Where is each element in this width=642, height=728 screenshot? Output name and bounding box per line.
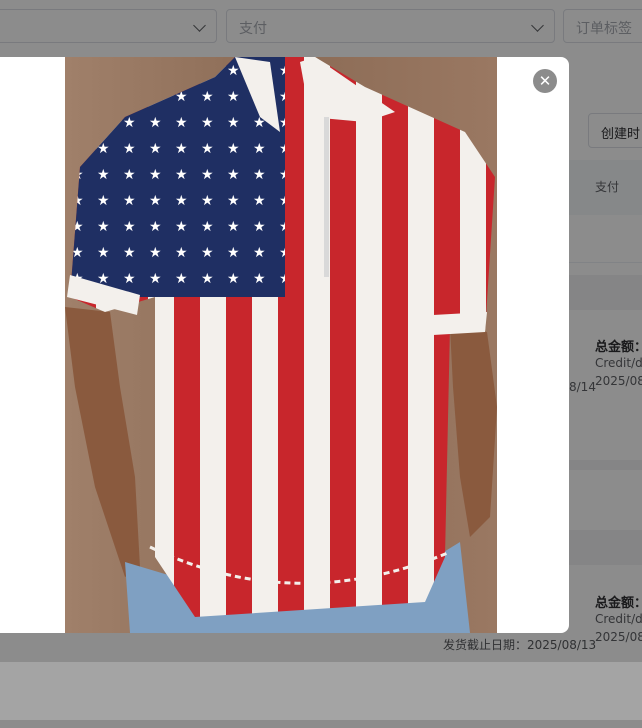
image-preview-modal: ★ <box>0 57 569 633</box>
ship-deadline-text: 发货截止日期：2025/08/13 <box>443 638 597 652</box>
product-image: ★ <box>65 57 497 633</box>
footer-band <box>0 662 642 720</box>
close-icon[interactable]: ✕ <box>533 69 557 93</box>
